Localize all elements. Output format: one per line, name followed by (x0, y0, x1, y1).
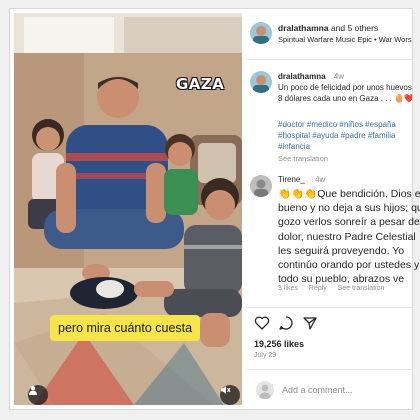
caption-see-translation[interactable]: See translation (278, 154, 328, 163)
tagged-user-button[interactable] (28, 385, 48, 405)
post-header: dralathamna and 5 others Spiritual Warfa… (246, 21, 412, 53)
caption-text: Un poco de felicidad por unos huevos 8 d… (278, 82, 412, 104)
comment-line: les seguirá proveyendo. Yo (278, 244, 405, 257)
profile-photo (250, 71, 272, 93)
profile-photo (250, 175, 272, 197)
comment-see-translation[interactable]: See translation (338, 285, 385, 292)
user-icon (256, 381, 274, 399)
post-details-panel: dralathamna and 5 others Spiritual Warfa… (246, 13, 420, 407)
video-caption: pero mira cuánto cuesta (50, 315, 201, 341)
add-comment-row: Add a comment... (246, 375, 412, 407)
user-icon (29, 386, 37, 395)
instagram-post: GAZA pero mira cuánto cuesta dralathamna… (9, 8, 420, 410)
post-likes[interactable]: 19,256 likes (254, 339, 304, 349)
actions-divider (246, 307, 412, 308)
caption-line: 8 dólares cada uno en Gaza . . . 🥚❤️ (278, 94, 412, 103)
commenter-avatar[interactable] (250, 175, 272, 197)
heart-icon[interactable] (254, 315, 270, 331)
share-icon[interactable] (302, 315, 318, 331)
author-avatar[interactable] (250, 22, 272, 44)
caption-time: 4w (333, 72, 345, 81)
comment-icon[interactable] (278, 315, 294, 331)
comment-line: gozo verlos sonreír a pesar del (278, 216, 420, 229)
caption-username[interactable]: dralathamna (278, 72, 326, 81)
comment-text: 👏👏👏Que bendición, Dios es bueno y no dej… (278, 187, 420, 286)
header-authors: dralathamna and 5 others (278, 23, 378, 33)
comment-line: 👏👏👏Que bendición, Dios es (278, 188, 420, 200)
comment-meta: 3 likes Reply See translation (278, 285, 393, 292)
mute-icon (221, 386, 231, 394)
comment-line: continúo orando por ustedes y (278, 259, 420, 272)
comment-username[interactable]: Tirene_ (278, 175, 305, 184)
profile-photo (250, 22, 272, 44)
comment-time: 4w (315, 175, 326, 184)
header-divider (246, 59, 412, 60)
caption-header: dralathamna 4w (278, 72, 344, 81)
video-frame-illustration (14, 13, 242, 405)
caption-author-avatar[interactable] (250, 71, 272, 93)
comment-box-divider (246, 369, 412, 370)
comment-reply-button[interactable]: Reply (309, 285, 327, 292)
overlay-gaza-text: GAZA (176, 75, 225, 93)
comment-header: Tirene_ 4w (278, 175, 325, 184)
comment-line: dolor, nuestro Padre Celestial (278, 230, 416, 243)
add-comment-input[interactable]: Add a comment... (282, 385, 353, 395)
post-video[interactable]: GAZA pero mira cuánto cuesta (14, 13, 242, 405)
caption-hashtags[interactable]: #doctor #medico #niños #españa #hospital… (278, 119, 412, 152)
viewer-avatar (256, 381, 274, 399)
audio-track[interactable]: Spiritual Warfare Music Epic • War Wors.… (278, 35, 412, 44)
screenshot-frame: GAZA pero mira cuánto cuesta dralathamna… (0, 0, 420, 420)
comment-likes[interactable]: 3 likes (278, 285, 298, 292)
author-username[interactable]: dralathamna (278, 23, 329, 33)
post-date: July 29 (254, 352, 277, 359)
collaborators-link[interactable]: and 5 others (331, 23, 378, 33)
mute-button[interactable] (220, 385, 240, 405)
caption-line: Un poco de felicidad por unos huevos (278, 83, 412, 92)
post-actions (246, 313, 412, 335)
comment-line: bueno y no deja a sus hijos; que (278, 202, 420, 215)
